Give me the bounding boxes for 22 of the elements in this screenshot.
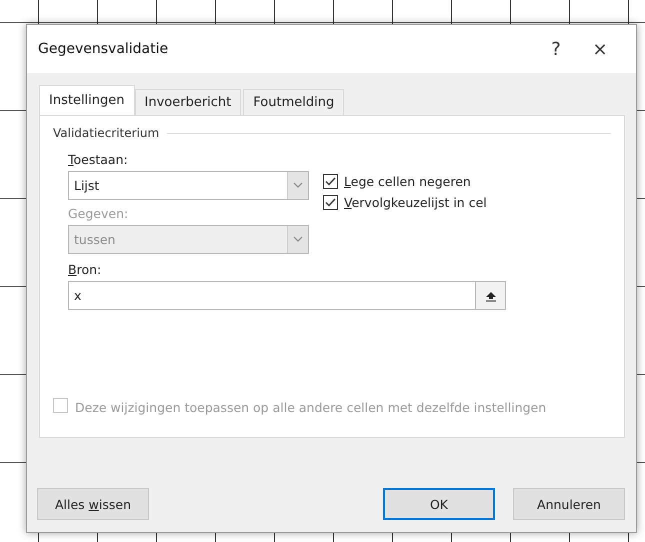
- close-button[interactable]: ×: [578, 32, 622, 66]
- help-button[interactable]: ?: [534, 32, 578, 66]
- checkbox[interactable]: [323, 174, 338, 189]
- checkbox-label: Deze wijzigingen toepassen op alle andere cellen met dezelfde instellingen: [75, 399, 546, 417]
- field-label: Bron:: [68, 262, 102, 277]
- checkbox-label: Lege cellen negeren: [344, 174, 471, 189]
- collapse-button[interactable]: [476, 281, 506, 310]
- checkbox[interactable]: [323, 195, 338, 210]
- dialog-button[interactable]: Alles wissen: [37, 488, 149, 520]
- tab[interactable]: Instellingen: [39, 85, 135, 115]
- window-title: Gegevensvalidatie: [38, 41, 170, 57]
- dropdown[interactable]: Lijst: [68, 171, 309, 200]
- field-label: Toestaan:: [68, 152, 129, 167]
- checkbox-label: Vervolgkeuzelijst in cel: [344, 195, 487, 210]
- source-field[interactable]: x: [68, 281, 476, 310]
- tab[interactable]: Foutmelding: [243, 89, 344, 115]
- tab[interactable]: Invoerbericht: [134, 89, 242, 115]
- up-arrow-icon: [484, 290, 496, 302]
- group-title: Validatiecriterium: [53, 126, 160, 140]
- dialog-button[interactable]: OK: [383, 488, 495, 520]
- field-label: Gegeven:: [68, 206, 130, 221]
- dialog-button[interactable]: Annuleren: [513, 488, 625, 520]
